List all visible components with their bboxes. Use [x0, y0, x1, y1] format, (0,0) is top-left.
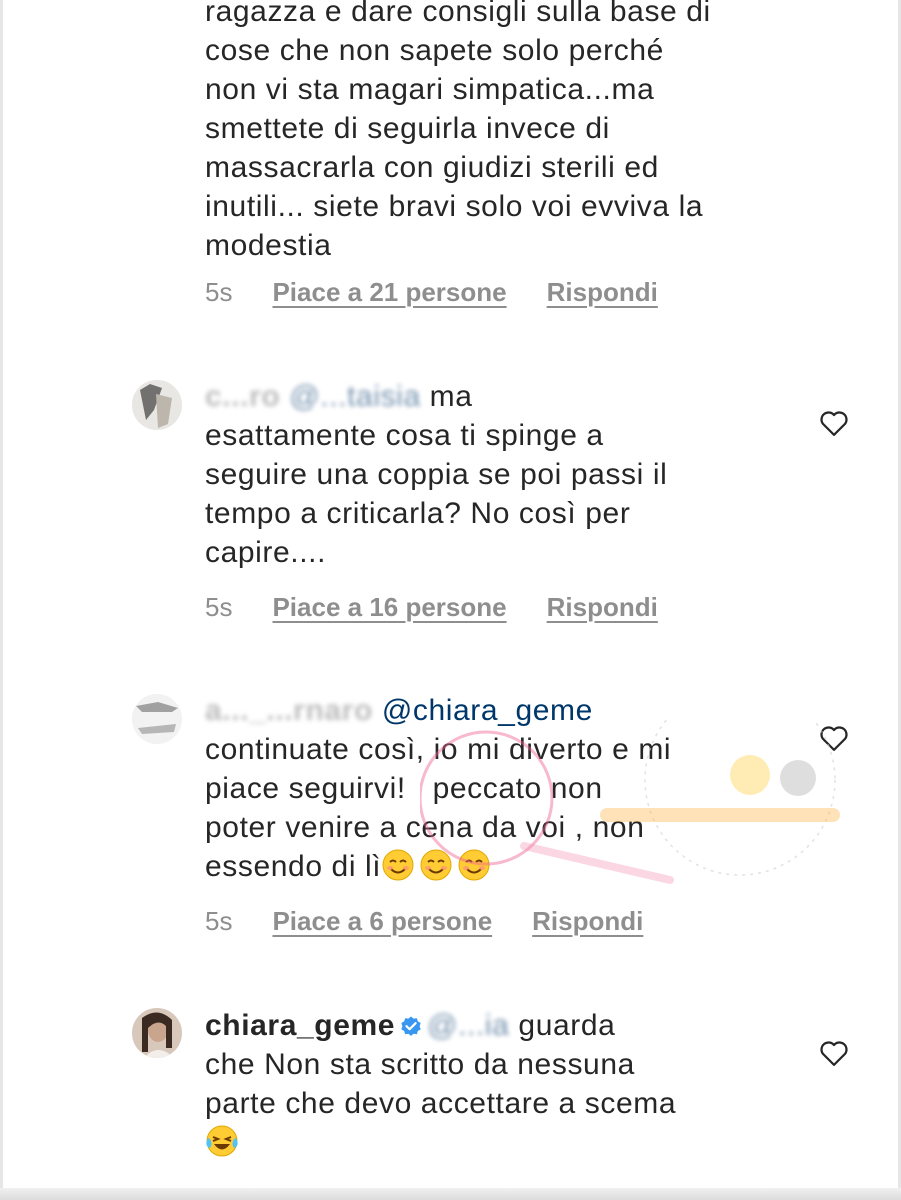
comment-3-text: a..._...rnaro @chiara_geme continuate co…	[205, 691, 795, 886]
laughing-tears-icon	[206, 1125, 238, 1157]
left-edge	[0, 0, 3, 1200]
username[interactable]: c...ro	[205, 377, 280, 416]
comments-screenshot: ragazza e dare consigli sulla base di co…	[0, 0, 901, 1200]
reply-button[interactable]: Rispondi	[547, 592, 658, 623]
username[interactable]: a..._...rnaro	[205, 691, 373, 730]
smiling-face-icon	[458, 849, 490, 881]
smiling-face-icon	[420, 849, 452, 881]
bottom-edge	[0, 1188, 901, 1200]
mention[interactable]: @chiara_geme	[382, 694, 593, 727]
comment-1-meta: 5s Piace a 21 persone Rispondi	[205, 274, 658, 310]
timestamp: 5s	[205, 591, 233, 622]
verified-badge-icon	[401, 1016, 421, 1036]
timestamp: 5s	[205, 905, 233, 936]
username[interactable]: chiara_geme	[205, 1009, 395, 1042]
smiling-face-icon	[382, 849, 414, 881]
comment-2-meta: 5s Piace a 16 persone Rispondi	[205, 589, 658, 625]
like-heart-icon[interactable]	[819, 409, 849, 437]
timestamp: 5s	[205, 276, 233, 307]
comment-2-text: c...ro @...taisia ma esattamente cosa ti…	[205, 377, 795, 572]
avatar[interactable]	[132, 1008, 182, 1058]
mention[interactable]: @...taisia	[289, 377, 421, 416]
reply-button[interactable]: Rispondi	[547, 277, 658, 308]
avatar[interactable]	[132, 694, 182, 744]
likes-link[interactable]: Piace a 21 persone	[272, 277, 506, 308]
comment-3-meta: 5s Piace a 6 persone Rispondi	[205, 903, 643, 939]
likes-link[interactable]: Piace a 6 persone	[272, 906, 492, 937]
comment-4-text: chiara_geme @...ia guarda che Non sta scr…	[205, 1006, 795, 1162]
reply-button[interactable]: Rispondi	[532, 906, 643, 937]
likes-link[interactable]: Piace a 16 persone	[272, 592, 506, 623]
like-heart-icon[interactable]	[819, 1039, 849, 1067]
avatar[interactable]	[132, 380, 182, 430]
like-heart-icon[interactable]	[819, 724, 849, 752]
mention[interactable]: @...ia	[427, 1006, 509, 1045]
comment-1-text: ragazza e dare consigli sulla base di co…	[205, 0, 711, 262]
